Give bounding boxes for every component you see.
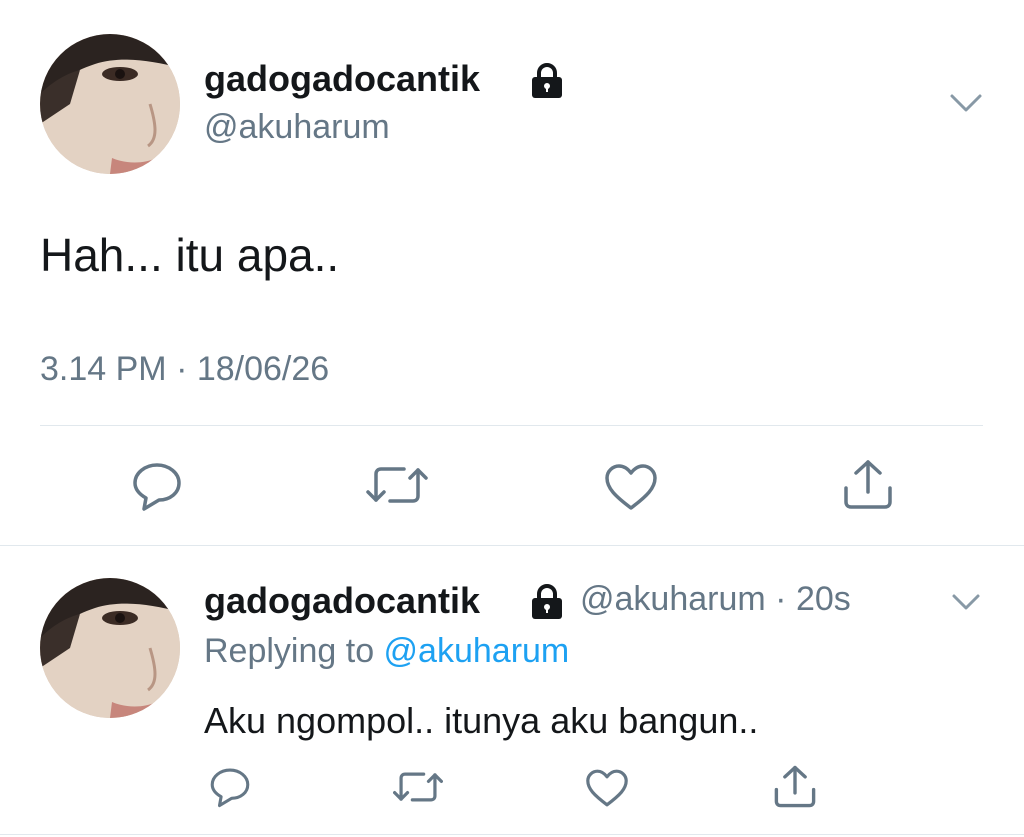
meta-separator: · (765, 580, 796, 618)
tweet-date: 18/06/26 (196, 350, 330, 388)
like-icon[interactable] (603, 462, 659, 512)
mention-link[interactable]: @akuharum (384, 632, 570, 670)
lock-icon (528, 583, 566, 619)
tweet-text: Aku ngompol.. itunya aku bangun.. (204, 700, 759, 741)
meta-separator: · (166, 350, 197, 388)
user-handle: @akuharum (580, 580, 766, 618)
reply-icon[interactable] (130, 460, 184, 512)
avatar[interactable] (40, 578, 180, 718)
display-name[interactable]: gadogadocantik (204, 58, 480, 100)
lock-icon (528, 62, 566, 98)
tweet-text: Hah... itu apa.. (40, 229, 340, 281)
tweet-time: 3.14 PM (40, 350, 167, 388)
divider (0, 834, 1024, 835)
divider (0, 545, 1024, 546)
display-name[interactable]: gadogadocantik (204, 580, 480, 622)
user-handle[interactable]: @akuharum (204, 108, 390, 147)
share-icon[interactable] (773, 764, 817, 810)
avatar-photo (40, 34, 180, 174)
retweet-icon[interactable] (366, 462, 428, 508)
chevron-down-icon[interactable] (946, 88, 986, 116)
retweet-icon[interactable] (393, 768, 443, 806)
divider (40, 425, 983, 426)
reply-icon[interactable] (208, 766, 252, 808)
avatar[interactable] (40, 34, 180, 174)
tweet-timestamp[interactable]: 3.14 PM · 18/06/26 (40, 350, 329, 389)
replying-to: Replying to @akuharum (204, 632, 569, 671)
avatar-photo (40, 578, 180, 718)
share-icon[interactable] (842, 458, 894, 512)
reply-meta[interactable]: @akuharum · 20s (580, 580, 851, 619)
tweet-age: 20s (795, 580, 851, 618)
chevron-down-icon[interactable] (946, 588, 986, 614)
replying-prefix: Replying to (204, 632, 384, 670)
like-icon[interactable] (584, 768, 630, 808)
